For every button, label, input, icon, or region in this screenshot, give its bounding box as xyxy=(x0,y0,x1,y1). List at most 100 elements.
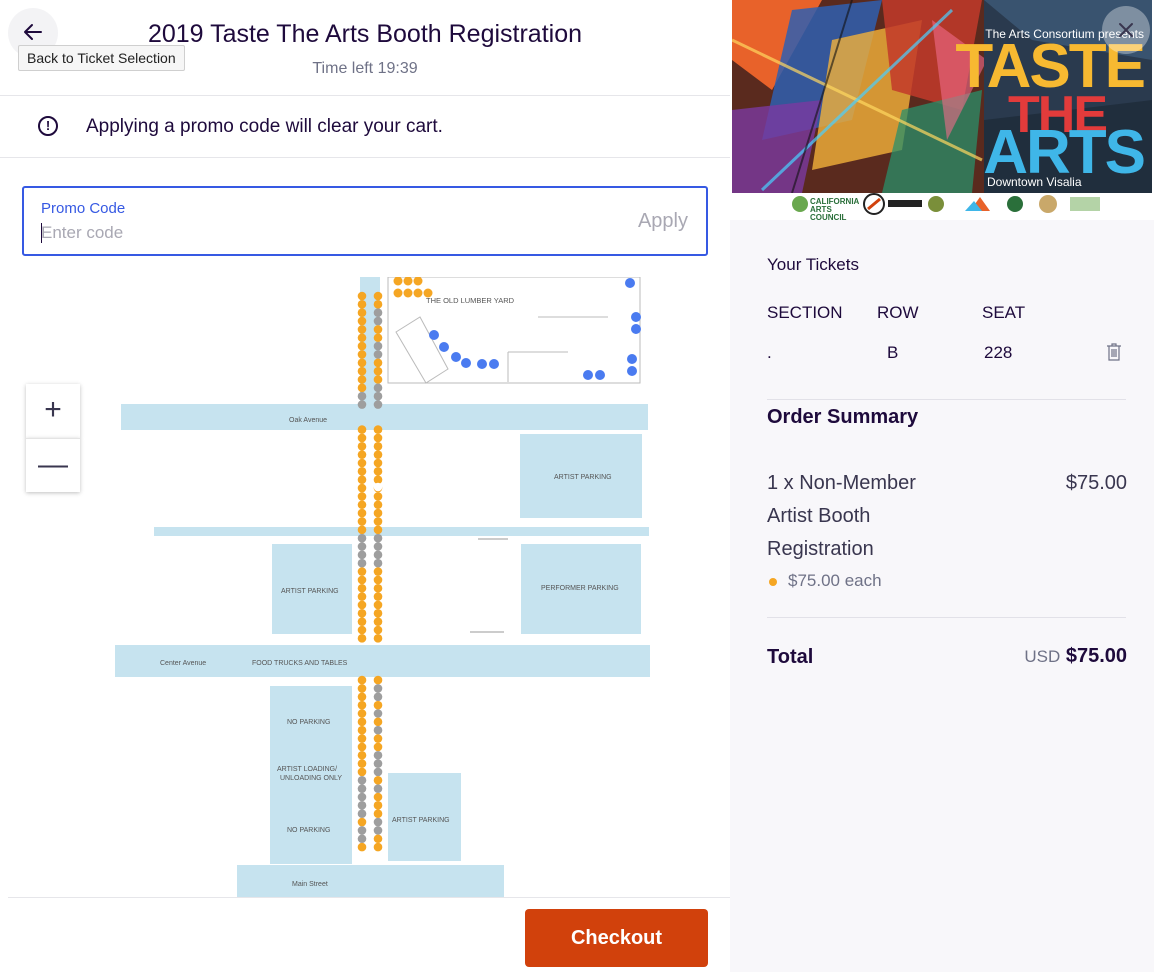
seat[interactable] xyxy=(373,533,383,543)
seat[interactable] xyxy=(373,550,383,560)
seat[interactable] xyxy=(373,675,383,685)
seat[interactable] xyxy=(373,458,383,468)
selected-seat[interactable] xyxy=(373,482,383,492)
remove-ticket-button[interactable] xyxy=(1106,342,1122,367)
seat[interactable] xyxy=(373,583,383,593)
seat[interactable] xyxy=(373,341,383,351)
seat[interactable] xyxy=(489,359,499,369)
zoom-out-button[interactable]: — xyxy=(26,438,80,492)
seat[interactable] xyxy=(357,458,367,468)
seat[interactable] xyxy=(357,475,367,484)
seat[interactable] xyxy=(373,291,383,301)
seat[interactable] xyxy=(373,383,383,393)
seat[interactable] xyxy=(373,776,383,785)
seat[interactable] xyxy=(393,288,403,298)
seat[interactable] xyxy=(357,433,367,443)
seat[interactable] xyxy=(373,325,383,334)
seat[interactable] xyxy=(373,542,383,551)
seat[interactable] xyxy=(357,400,367,409)
seat[interactable] xyxy=(429,330,439,340)
seat[interactable] xyxy=(451,352,461,362)
seat[interactable] xyxy=(357,742,367,752)
seat[interactable] xyxy=(357,725,367,735)
seat[interactable] xyxy=(357,750,367,760)
seat[interactable] xyxy=(357,325,367,334)
seat[interactable] xyxy=(413,288,423,298)
seat[interactable] xyxy=(357,792,367,802)
seat[interactable] xyxy=(373,366,383,376)
seat[interactable] xyxy=(357,483,367,493)
seat[interactable] xyxy=(357,533,367,543)
seat[interactable] xyxy=(373,684,383,693)
seat[interactable] xyxy=(357,316,367,326)
seat[interactable] xyxy=(357,583,367,593)
seat[interactable] xyxy=(357,709,367,718)
seat[interactable] xyxy=(357,600,367,610)
seat[interactable] xyxy=(373,400,383,409)
seat[interactable] xyxy=(373,350,383,359)
seat[interactable] xyxy=(357,550,367,560)
seat[interactable] xyxy=(373,333,383,343)
seat[interactable] xyxy=(357,675,367,685)
seat[interactable] xyxy=(373,617,383,626)
seat[interactable] xyxy=(373,817,383,827)
seat[interactable] xyxy=(357,826,367,835)
seat[interactable] xyxy=(357,525,367,535)
seat[interactable] xyxy=(357,617,367,626)
seat[interactable] xyxy=(373,692,383,702)
seat[interactable] xyxy=(357,383,367,393)
seat[interactable] xyxy=(393,277,403,286)
seat[interactable] xyxy=(357,333,367,343)
seat[interactable] xyxy=(373,316,383,326)
seat[interactable] xyxy=(357,767,367,777)
seat-map-canvas[interactable]: THE OLD LUMBER YARD Oak Avenue ARTIST PA… xyxy=(8,277,730,897)
seat[interactable] xyxy=(373,300,383,309)
seat[interactable] xyxy=(373,750,383,760)
promo-code-field[interactable]: Promo Code Apply xyxy=(22,186,708,256)
seat[interactable] xyxy=(373,717,383,727)
seat[interactable] xyxy=(357,834,367,844)
seat[interactable] xyxy=(357,366,367,376)
seat[interactable] xyxy=(373,792,383,802)
seat[interactable] xyxy=(373,358,383,368)
seat[interactable] xyxy=(403,277,413,286)
seat[interactable] xyxy=(373,725,383,735)
seat[interactable] xyxy=(357,467,367,476)
seat[interactable] xyxy=(373,567,383,576)
seat[interactable] xyxy=(357,684,367,693)
seat[interactable] xyxy=(357,425,367,434)
seat[interactable] xyxy=(357,575,367,585)
seat[interactable] xyxy=(357,391,367,401)
seat[interactable] xyxy=(357,341,367,351)
seat[interactable] xyxy=(357,517,367,526)
seat[interactable] xyxy=(357,609,367,618)
seat[interactable] xyxy=(439,342,449,352)
seat[interactable] xyxy=(373,609,383,618)
seat[interactable] xyxy=(373,575,383,585)
seat[interactable] xyxy=(373,450,383,459)
checkout-button[interactable]: Checkout xyxy=(525,909,708,967)
seat[interactable] xyxy=(357,842,367,852)
promo-code-input[interactable] xyxy=(41,221,601,245)
seat[interactable] xyxy=(373,517,383,526)
seat[interactable] xyxy=(373,759,383,768)
seat[interactable] xyxy=(461,358,471,368)
seat[interactable] xyxy=(403,288,413,298)
seat[interactable] xyxy=(373,625,383,635)
seat[interactable] xyxy=(357,717,367,727)
seat[interactable] xyxy=(373,442,383,451)
seat[interactable] xyxy=(357,350,367,359)
seat[interactable] xyxy=(625,278,635,288)
seat[interactable] xyxy=(627,354,637,364)
seat[interactable] xyxy=(477,359,487,369)
seat[interactable] xyxy=(357,759,367,768)
seat[interactable] xyxy=(373,801,383,810)
seat[interactable] xyxy=(357,442,367,451)
seat[interactable] xyxy=(357,817,367,827)
seat[interactable] xyxy=(373,508,383,518)
seat[interactable] xyxy=(373,467,383,476)
seat[interactable] xyxy=(373,500,383,510)
seat[interactable] xyxy=(373,308,383,317)
seat[interactable] xyxy=(373,634,383,643)
seat[interactable] xyxy=(357,508,367,518)
